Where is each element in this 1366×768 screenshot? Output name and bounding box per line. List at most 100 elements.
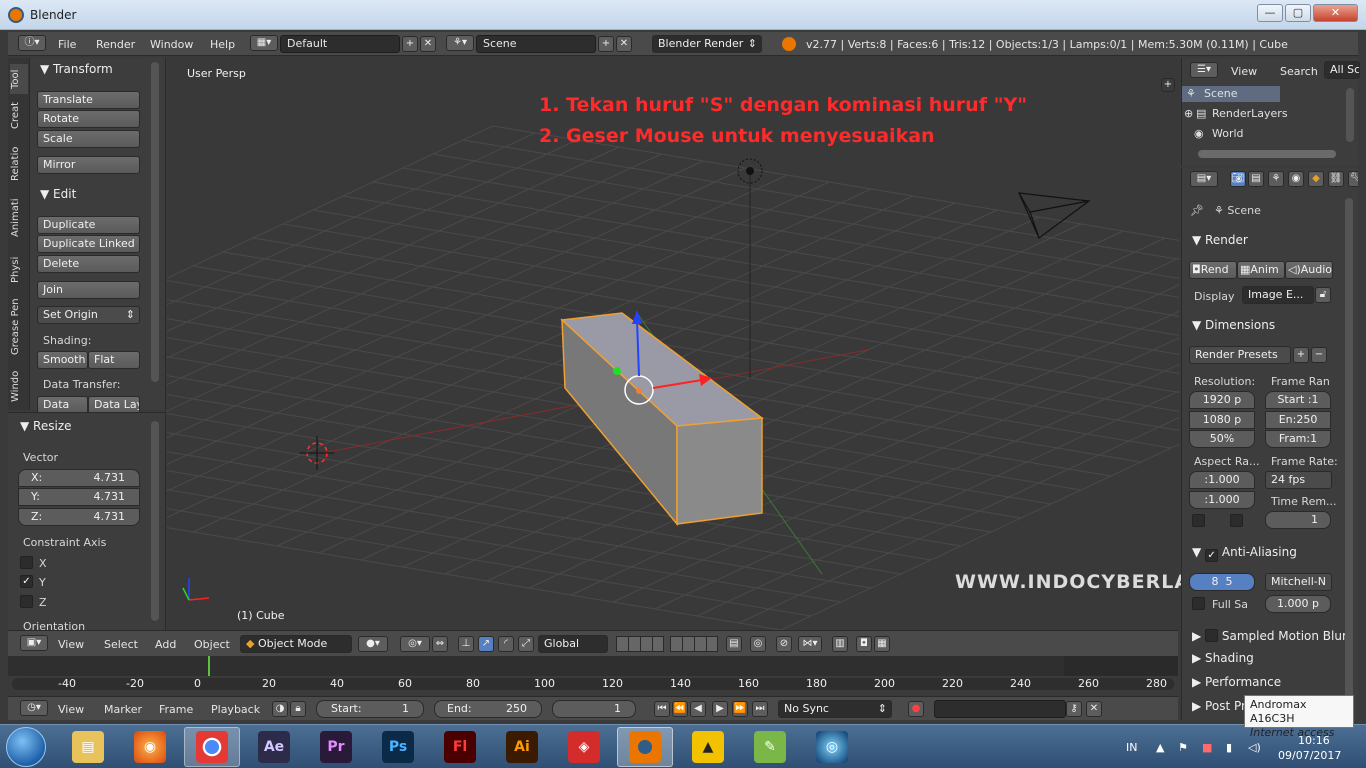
- resolution-percent-field[interactable]: 50%: [1189, 430, 1255, 448]
- proportional-edit-icon[interactable]: ◎: [750, 636, 766, 652]
- interaction-mode-dropdown[interactable]: ◆ Object Mode: [240, 635, 352, 653]
- render-presets-dropdown[interactable]: Render Presets: [1189, 346, 1291, 364]
- editor-type-3d-icon[interactable]: ▣▾: [20, 635, 48, 651]
- translate-manipulator-icon[interactable]: ↗: [478, 636, 494, 652]
- screen-layout-field[interactable]: Default: [280, 35, 400, 53]
- smooth-button[interactable]: Smooth: [37, 351, 88, 369]
- set-origin-dropdown[interactable]: Set Origin ⇕: [37, 306, 140, 324]
- jump-keyframe-back-icon[interactable]: ⏪: [672, 701, 688, 717]
- resolution-y-field[interactable]: 1080 p: [1189, 411, 1255, 429]
- 3d-viewport[interactable]: User Persp (1) Cube 1. Tekan huruf "S" d…: [167, 58, 1265, 630]
- end-frame-field[interactable]: End: 250: [434, 700, 542, 718]
- explorer-icon[interactable]: ▤: [72, 731, 104, 763]
- antialiasing-panel-header[interactable]: ▼ ✓ Anti-Aliasing: [1192, 545, 1297, 562]
- layer-buttons-1[interactable]: [616, 636, 664, 652]
- close-button[interactable]: ✕: [1313, 4, 1358, 22]
- scene-selector-icon[interactable]: ⚘▾: [446, 35, 474, 51]
- remove-layout-icon[interactable]: ✕: [420, 36, 436, 52]
- menu-add[interactable]: Add: [155, 638, 176, 651]
- after-effects-icon[interactable]: Ae: [258, 731, 290, 763]
- aa-filter-size-field[interactable]: 1.000 p: [1265, 595, 1331, 613]
- motion-blur-panel-header[interactable]: ▶ Sampled Motion Blur: [1192, 627, 1347, 643]
- rotate-button[interactable]: Rotate: [37, 110, 140, 128]
- duplicate-button[interactable]: Duplicate: [37, 216, 140, 234]
- transform-panel-header[interactable]: ▼ Transform: [40, 62, 113, 76]
- menu-timeline-view[interactable]: View: [58, 703, 84, 716]
- tab-animation[interactable]: Animati: [10, 196, 28, 240]
- add-scene-icon[interactable]: +: [598, 36, 614, 52]
- edit-panel-header[interactable]: ▼ Edit: [40, 187, 76, 201]
- frame-end-field[interactable]: En:250: [1265, 411, 1331, 429]
- duplicate-linked-button[interactable]: Duplicate Linked: [37, 235, 140, 253]
- outliner-row-scene[interactable]: Scene ⚘: [1182, 86, 1280, 102]
- preview-range-icon[interactable]: ◑: [272, 701, 288, 717]
- menu-file[interactable]: File: [58, 38, 76, 51]
- crop-checkbox[interactable]: [1230, 514, 1243, 527]
- modifiers-context-icon[interactable]: 🔧︎: [1348, 171, 1358, 187]
- screen-layout-icon[interactable]: ▦▾: [250, 35, 278, 51]
- border-checkbox[interactable]: [1192, 514, 1205, 527]
- timeline-editor[interactable]: -40 -20 0 20 40 60 80 100 120 140 160 180 200 220 240 2…: [8, 656, 1178, 696]
- current-frame-marker[interactable]: [208, 656, 210, 676]
- maximize-button[interactable]: ▢: [1285, 4, 1311, 22]
- layer-buttons-2[interactable]: [670, 636, 718, 652]
- aspect-x-field[interactable]: :1.000: [1189, 471, 1255, 489]
- aa-samples-field[interactable]: 8 5: [1189, 573, 1255, 591]
- chrome-icon[interactable]: [196, 731, 228, 763]
- lock-range-icon[interactable]: 🔒︎: [290, 701, 306, 717]
- scale-button[interactable]: Scale: [37, 130, 140, 148]
- constraint-x-checkbox[interactable]: [20, 556, 33, 569]
- language-indicator[interactable]: IN: [1126, 741, 1137, 754]
- menu-playback[interactable]: Playback: [211, 703, 260, 716]
- manipulator-toggle-icon[interactable]: ⇔: [432, 636, 448, 652]
- delete-button[interactable]: Delete: [37, 255, 140, 273]
- tab-tool[interactable]: Tool: [10, 64, 28, 94]
- outliner-row-world[interactable]: ◉ World: [1182, 126, 1342, 142]
- render-audio-button[interactable]: ◁)Audio: [1285, 261, 1333, 279]
- photoshop-icon[interactable]: Ps: [382, 731, 414, 763]
- scene-context-icon[interactable]: ⚘: [1268, 171, 1284, 187]
- current-frame-field[interactable]: 1: [552, 700, 636, 718]
- lock-layers-icon[interactable]: ▤: [726, 636, 742, 652]
- flag-icon[interactable]: ⚑: [1178, 741, 1188, 754]
- menu-frame[interactable]: Frame: [159, 703, 193, 716]
- vector-x-field[interactable]: X: 4.731: [18, 469, 140, 487]
- outliner-display-mode[interactable]: All Sc: [1324, 61, 1360, 79]
- lock-interface-icon[interactable]: 🔓︎: [1315, 287, 1331, 303]
- render-anim-icon[interactable]: ▦: [874, 636, 890, 652]
- premiere-icon[interactable]: Pr: [320, 731, 352, 763]
- network-icon[interactable]: ▮: [1226, 741, 1232, 754]
- render-panel-header[interactable]: ▼ Render: [1192, 233, 1248, 247]
- tab-relations[interactable]: Relatio: [10, 144, 28, 184]
- flash-icon[interactable]: Fl: [444, 731, 476, 763]
- snap-element-icon[interactable]: ⋈▾: [798, 636, 822, 652]
- jump-end-icon[interactable]: ⏭: [752, 701, 768, 717]
- add-layout-icon[interactable]: +: [402, 36, 418, 52]
- motion-blur-checkbox[interactable]: [1205, 629, 1219, 642]
- pivot-point-icon[interactable]: ◎▾: [400, 636, 430, 652]
- resize-panel-header[interactable]: ▼ Resize: [20, 419, 72, 433]
- pin-icon[interactable]: 📌︎: [1190, 204, 1204, 217]
- frame-step-field[interactable]: Fram:1: [1265, 430, 1331, 448]
- firefox-icon[interactable]: ◉: [134, 731, 166, 763]
- outliner-row-renderlayers[interactable]: ⊕ ▤ RenderLayers: [1182, 106, 1342, 122]
- archicad-icon[interactable]: ▲: [692, 731, 724, 763]
- rotate-manipulator-icon[interactable]: ◜: [498, 636, 514, 652]
- menu-window[interactable]: Window: [150, 38, 193, 51]
- redo-panel-scrollbar[interactable]: [151, 421, 159, 621]
- render-context-icon[interactable]: 📷︎: [1230, 171, 1246, 187]
- jump-keyframe-forward-icon[interactable]: ⏩: [732, 701, 748, 717]
- sync-mode-dropdown[interactable]: No Sync ⇕: [778, 700, 892, 718]
- menu-outliner-search[interactable]: Search: [1280, 65, 1318, 78]
- menu-marker[interactable]: Marker: [104, 703, 142, 716]
- scene-field[interactable]: Scene: [476, 35, 596, 53]
- tab-physics[interactable]: Physi: [10, 252, 28, 288]
- snap-toggle-icon[interactable]: ⊘: [776, 636, 792, 652]
- delete-keyframe-icon[interactable]: ✕: [1086, 701, 1102, 717]
- remove-preset-icon[interactable]: −: [1311, 347, 1327, 363]
- tray-app-icon[interactable]: ■: [1202, 741, 1212, 754]
- menu-help[interactable]: Help: [210, 38, 235, 51]
- performance-panel-header[interactable]: ▶ Performance: [1192, 675, 1281, 689]
- timeline-scrub-area[interactable]: [8, 656, 1178, 676]
- transform-orientation-dropdown[interactable]: Global: [538, 635, 608, 653]
